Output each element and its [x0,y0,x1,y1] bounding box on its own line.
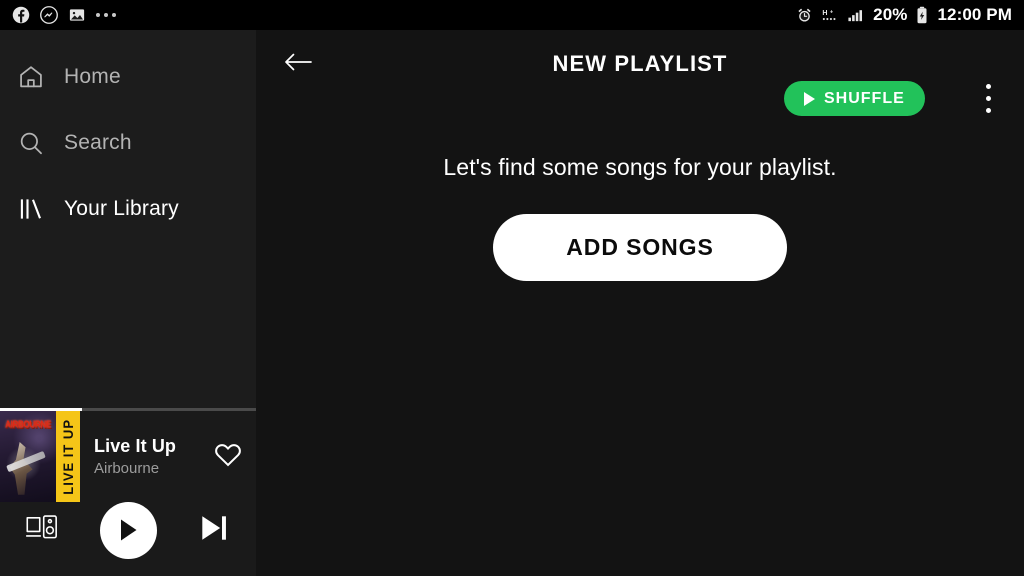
skip-next-button[interactable] [172,513,256,548]
playlist-header: NEW PLAYLIST SHUFFLE [256,30,1024,116]
photo-icon [68,6,86,24]
svg-text:+: + [830,9,834,15]
album-art-artist-logo: AIRBOURNE [5,418,51,431]
facebook-icon [12,6,30,24]
play-button[interactable] [84,501,172,559]
clock-label: 12:00 PM [937,5,1012,24]
add-songs-button[interactable]: ADD SONGS [493,214,787,281]
back-button[interactable] [270,30,326,98]
shuffle-button-label: SHUFFLE [824,89,905,107]
signal-bars-icon [846,7,865,24]
connect-device-button[interactable] [0,513,84,548]
sidebar-item-search[interactable]: Search [0,110,256,176]
sidebar-item-label-home: Home [64,65,121,88]
connect-device-icon [25,513,59,548]
overflow-menu-button[interactable] [966,68,1010,128]
now-playing-track-row[interactable]: AIRBOURNE LIVE IT UP Live It Up Airbourn… [0,411,256,502]
play-icon [804,91,815,106]
album-art-title-text: LIVE IT UP [60,418,76,495]
play-icon [99,501,157,559]
home-icon [16,62,46,92]
sidebar-item-your-library[interactable]: Your Library [0,176,256,242]
like-button[interactable] [200,438,256,475]
album-art-title-band: LIVE IT UP [56,411,80,502]
library-icon [16,194,46,224]
now-playing-meta: Live It Up Airbourne [80,436,200,477]
status-bar-system: H + 20% 12:00 PM [796,0,1012,30]
messenger-icon [40,6,58,24]
sidebar-item-home[interactable]: Home [0,44,256,110]
back-arrow-icon [283,50,313,79]
heart-outline-icon [212,438,244,475]
album-art-photo: AIRBOURNE [0,411,56,502]
shuffle-button[interactable]: SHUFFLE [784,81,925,116]
overflow-menu-icon [985,83,991,89]
track-title: Live It Up [94,436,177,456]
svg-text:H: H [823,8,828,16]
player-controls [0,494,256,566]
empty-state-message: Let's find some songs for your playlist. [443,154,837,180]
status-bar-notifications [12,6,116,24]
now-playing-bar: AIRBOURNE LIVE IT UP Live It Up Airbourn… [0,408,256,576]
network-type-icon: H + [821,7,838,24]
battery-percent-label: 20% [873,5,908,24]
main-content: NEW PLAYLIST SHUFFLE Let's find some son… [256,30,1024,576]
skip-next-icon [198,513,230,548]
battery-charging-icon [915,6,929,24]
status-bar: H + 20% 12:00 PM [0,0,1024,30]
alarm-icon [796,7,813,24]
album-art: AIRBOURNE LIVE IT UP [0,411,80,502]
sidebar-item-label-your-library: Your Library [64,197,179,220]
sidebar: Home Search Your Library AIRBOURNE LIVE … [0,30,256,576]
more-notifications-icon [96,13,116,17]
empty-playlist-state: Let's find some songs for your playlist.… [256,98,1024,281]
track-artist: Airbourne [94,460,160,477]
spotify-app-screen: H + 20% 12:00 PM Home Search Your Librar… [0,0,1024,576]
sidebar-item-label-search: Search [64,131,132,154]
search-icon [16,128,46,158]
sidebar-nav: Home Search Your Library [0,30,256,242]
